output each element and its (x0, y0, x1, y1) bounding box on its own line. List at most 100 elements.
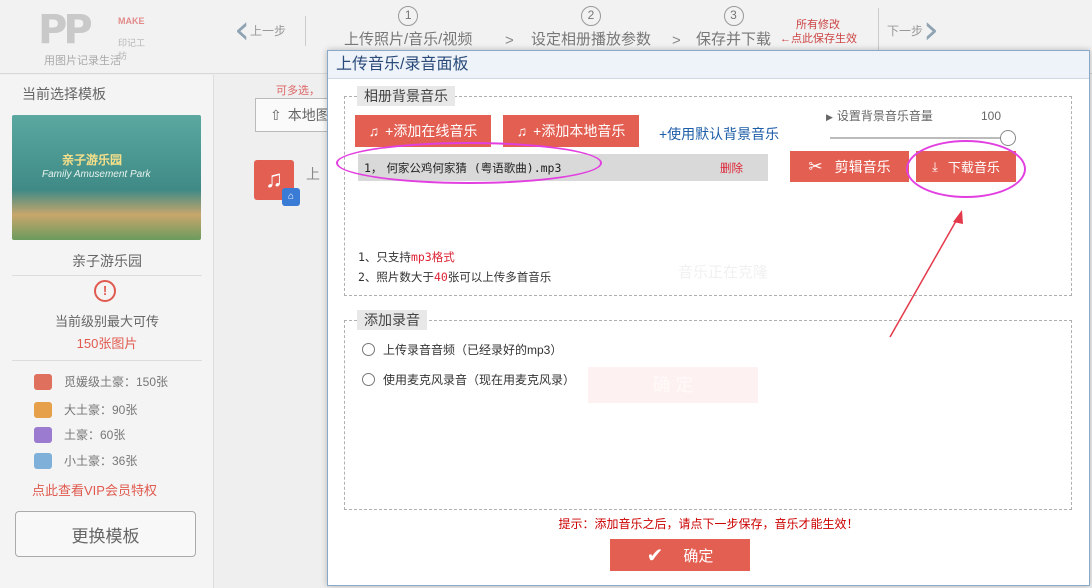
thumbnail-title: 亲子游乐园 (62, 153, 123, 167)
microphone-recording-option[interactable]: 使用麦克风录音（现在用麦克风录） (362, 371, 575, 388)
upload-item-label: 上 (306, 166, 320, 182)
confirm-button[interactable]: ✔ 确定 (610, 539, 750, 571)
song-list-item[interactable]: 1， 何家公鸡何家猜 (粤语歌曲).mp3 删除 (358, 154, 768, 181)
save-hint-line1: 所有修改 (796, 19, 840, 31)
upload-recording-label: 上传录音音频（已经录好的mp3） (383, 343, 563, 357)
tier-label: 土豪：60张 (64, 428, 126, 442)
format-note: 1、只支持mp3格式 (358, 249, 455, 265)
step-arrow: > (672, 32, 681, 49)
download-icon: ⤓ (932, 158, 938, 174)
save-hint-line2-wrap: ←点此保存生效 (780, 32, 857, 46)
logo-subtitle: 印记工坊 (118, 38, 146, 61)
tier-item: 大土豪：90张 (34, 401, 137, 418)
max-upload-label: 当前级别最大可传 (54, 314, 159, 329)
note-highlight: 40 (433, 270, 448, 284)
upload-recording-option[interactable]: 上传录音音频（已经录好的mp3） (362, 341, 562, 358)
thumbnail-subtitle: Family Amusement Park (42, 169, 151, 180)
step-label: 上传照片/音乐/视频 (344, 31, 473, 48)
step-2[interactable]: 2 设定相册播放参数 (531, 6, 651, 49)
bgm-legend: 相册背景音乐 (357, 86, 455, 106)
save-hint[interactable]: 所有修改 ←点此保存生效 (780, 18, 857, 46)
prev-step-label: 上一步 (250, 23, 287, 38)
song-index: 1， (364, 160, 383, 175)
recording-legend: 添加录音 (357, 310, 427, 330)
max-upload-count: 150张图片 (76, 336, 138, 351)
download-music-label: 下载音乐 (947, 160, 1000, 175)
chevron-right-icon: › (923, 7, 940, 53)
add-local-music-label: +添加本地音乐 (533, 123, 626, 139)
tier-label: 大土豪：90张 (64, 403, 138, 417)
next-step-button[interactable]: 下一步 › (878, 8, 939, 52)
nav-divider (305, 16, 306, 46)
step-1[interactable]: 1 上传照片/音乐/视频 (344, 6, 472, 49)
template-thumbnail[interactable]: 亲子游乐园 Family Amusement Park (12, 115, 201, 240)
caret-right-icon: ▶ (826, 112, 833, 122)
volume-label: 设置背景音乐音量 (836, 109, 933, 123)
use-default-music-link[interactable]: +使用默认背景音乐 (659, 124, 779, 144)
logo-make: MAKE (118, 16, 145, 26)
note-highlight: mp3格式 (410, 250, 455, 264)
save-hint-line2: 点此保存生效 (791, 33, 857, 45)
edit-music-button[interactable]: ✂ 剪辑音乐 (790, 151, 909, 182)
add-online-music-button[interactable]: ♫ +添加在线音乐 (355, 115, 491, 147)
dialog-title: 上传音乐/录音面板 (328, 51, 1089, 79)
next-step-label: 下一步 (887, 23, 924, 38)
template-sidebar: 当前选择模板 亲子游乐园 Family Amusement Park 亲子游乐园… (0, 75, 214, 588)
step-number: 2 (581, 6, 601, 26)
tier-label: 觅媛级土豪：150张 (64, 375, 169, 389)
tier-item: 小土豪：36张 (34, 452, 137, 469)
scissors-icon: ✂ (808, 156, 823, 176)
checkmark-icon: ✔ (646, 544, 664, 567)
vip-privilege-link[interactable]: 点此查看VIP会员特权 (32, 480, 157, 499)
tier-item: 土豪：60张 (34, 426, 125, 443)
logo-mark: PP (38, 7, 93, 53)
confirm-label: 确定 (683, 547, 714, 565)
microphone-recording-label: 使用麦克风录音（现在用麦克风录） (383, 373, 576, 387)
divider (12, 275, 202, 276)
volume-slider-knob[interactable] (1000, 130, 1016, 146)
arrow-left-icon: ← (780, 33, 791, 45)
song-name: 何家公鸡何家猜 (粤语歌曲).mp3 (386, 160, 562, 175)
note-text: 2、照片数大于 (358, 270, 434, 284)
music-upload-dialog: 上传音乐/录音面板 音乐正在克隆 确 定 相册背景音乐 ♫ +添加在线音乐 ♫ … (327, 50, 1090, 586)
step-number: 3 (723, 6, 744, 26)
change-template-button[interactable]: 更换模板 (15, 511, 196, 557)
download-music-button[interactable]: ⤓ 下载音乐 (916, 151, 1016, 182)
crown-icon (34, 452, 52, 469)
add-local-music-button[interactable]: ♫ +添加本地音乐 (503, 115, 639, 147)
radio-button[interactable] (362, 343, 375, 356)
prev-step-button[interactable]: ‹ 上一步 (234, 8, 286, 52)
multi-music-note: 2、照片数大于40张可以上传多首音乐 (358, 269, 551, 285)
note-text: 张可以上传多首音乐 (447, 270, 552, 284)
tier-label: 小土豪：36张 (64, 454, 138, 468)
step-number: 1 (398, 6, 419, 26)
home-badge-icon: ⌂ (282, 188, 300, 206)
step-label: 保存并下载 (696, 31, 772, 48)
logo-slogan: 用图片记录生活 (44, 55, 121, 67)
divider (12, 360, 202, 361)
crown-icon (34, 426, 52, 443)
step-3[interactable]: 3 保存并下载 (696, 6, 771, 49)
tier-item: 觅媛级土豪：150张 (34, 373, 168, 390)
edit-music-label: 剪辑音乐 (834, 158, 891, 175)
delete-song-link[interactable]: 删除 (720, 160, 743, 176)
note-text: 1、只支持 (358, 250, 411, 264)
music-item-icon: ♫ ⌂ (254, 160, 300, 206)
add-online-music-label: +添加在线音乐 (385, 123, 478, 139)
warning-icon: ! (94, 280, 116, 302)
step-label: 设定相册播放参数 (531, 31, 652, 48)
crown-icon (34, 373, 52, 390)
template-name: 亲子游乐园 (72, 253, 142, 269)
volume-slider-track[interactable] (830, 137, 1008, 139)
multi-select-note: 可多选， (276, 85, 320, 97)
volume-value: 100 (981, 109, 1002, 123)
save-tip: 提示：添加音乐之后，请点下一步保存，音乐才能生效！ (558, 517, 859, 531)
music-note-icon: ♫ (368, 123, 380, 139)
volume-label-wrap: ▶ 设置背景音乐音量 (826, 107, 933, 124)
music-note-icon: ♫ (516, 123, 528, 139)
upload-icon: ⇧ (270, 106, 282, 123)
logo: PP MAKE 印记工坊 用图片记录生活 (38, 7, 148, 67)
crown-icon (34, 401, 52, 418)
step-arrow: > (505, 32, 514, 49)
radio-button[interactable] (362, 373, 375, 386)
